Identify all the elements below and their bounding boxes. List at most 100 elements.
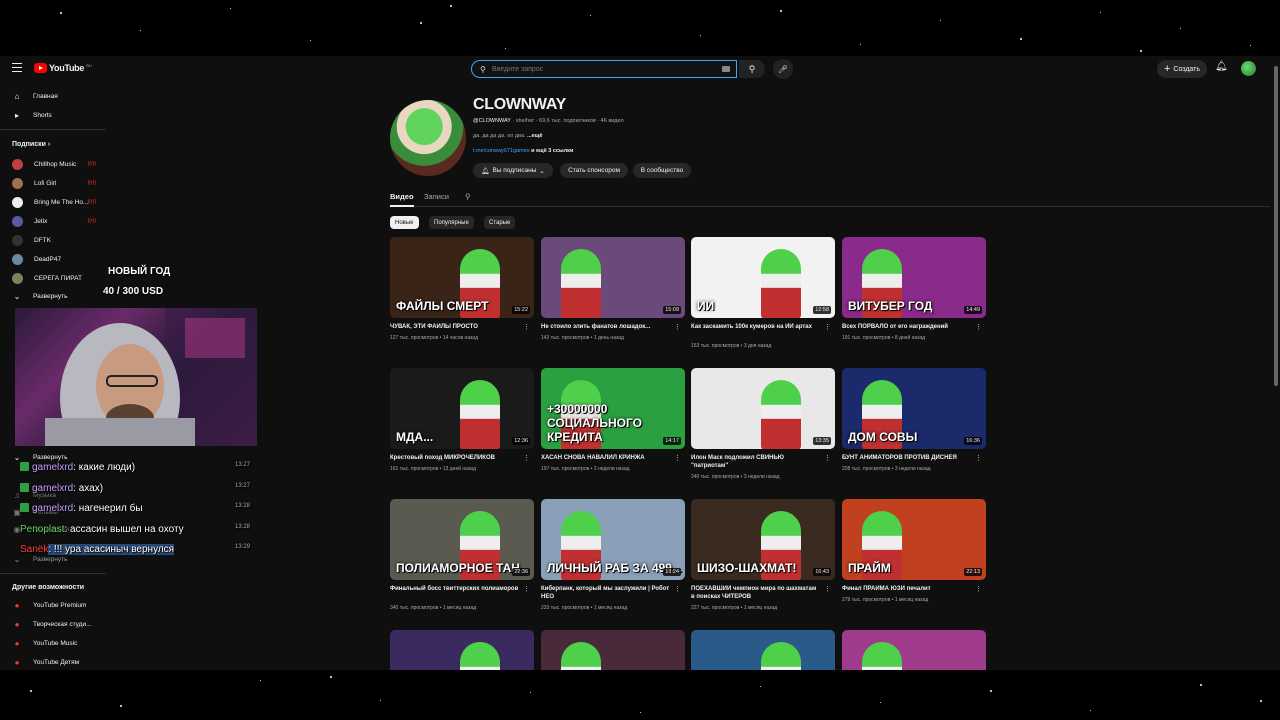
video-title[interactable]: Финальный босс твиттерских полиаморов bbox=[390, 585, 520, 593]
sidebar-item-label: Chillhop Music bbox=[34, 160, 77, 168]
search-icon[interactable]: ⚲ bbox=[465, 192, 471, 201]
video-thumbnail[interactable]: ЛИЧНЫЙ РАБ ЗА 499... 13:24 bbox=[541, 499, 685, 580]
video-thumbnail[interactable]: МДА... 12:36 bbox=[390, 368, 534, 449]
video-title[interactable]: Илон Маск подложил СВИНЬЮ "патриотам" bbox=[691, 454, 821, 470]
video-title[interactable]: Не стоило злить фанатов лошадок... bbox=[541, 323, 671, 331]
channel-link[interactable]: t.me/conway671games bbox=[473, 148, 530, 154]
star bbox=[940, 20, 941, 21]
subscriptions-title[interactable]: Подписки › bbox=[12, 141, 50, 148]
video-meta: 143 тыс. просмотров • 1 день назад bbox=[541, 335, 624, 341]
video-title[interactable]: Как заскамить 100к кумеров на ИИ артах bbox=[691, 323, 821, 331]
video-thumbnail[interactable]: ПОЛИАМОРНОЕ ТАН 22:36 bbox=[390, 499, 534, 580]
video-thumbnail[interactable]: 15:09 bbox=[541, 237, 685, 318]
video-thumbnail[interactable]: ФАЙЛЫ СМЕРТ 15:22 bbox=[390, 237, 534, 318]
video-title[interactable]: Всех ПОРВАЛО от его награждений bbox=[842, 323, 972, 331]
star bbox=[310, 40, 311, 41]
community-button[interactable]: В сообщество bbox=[633, 163, 691, 178]
sidebar-item-subscription[interactable]: Bring Me The Ho... ((•)) bbox=[0, 193, 106, 211]
sidebar-item-subscription[interactable]: Chillhop Music ((•)) bbox=[0, 155, 106, 173]
avatar[interactable] bbox=[1241, 61, 1256, 76]
live-icon: ((•)) bbox=[87, 161, 96, 167]
more-options-icon[interactable]: ⋮ bbox=[824, 585, 831, 593]
video-title[interactable]: Крестовый поход МИКРОЧЕЛИКОВ bbox=[390, 454, 520, 462]
sidebar-item-more[interactable]: ● YouTube Music bbox=[0, 634, 106, 652]
video-duration: 12:36 bbox=[512, 437, 530, 445]
menu-icon[interactable] bbox=[12, 63, 22, 72]
sidebar-item-more[interactable]: ● Творческая студи... bbox=[0, 615, 106, 633]
youtube-logo[interactable]: YouTube RU bbox=[34, 63, 92, 73]
video-thumbnail[interactable]: ДОМ СОВЫ 16:36 bbox=[842, 368, 986, 449]
chat-time: 13:27 bbox=[235, 462, 251, 468]
search-button[interactable]: ⚲ bbox=[739, 60, 765, 78]
video-title[interactable]: БУНТ АНИМАТОРОВ ПРОТИВ ДИСНЕЯ bbox=[842, 454, 972, 462]
more-options-icon[interactable]: ⋮ bbox=[824, 323, 831, 331]
chat-text: : ахах) bbox=[73, 482, 104, 494]
more-options-icon[interactable]: ⋮ bbox=[523, 585, 530, 593]
more-options-icon[interactable]: ⋮ bbox=[674, 454, 681, 462]
chip-popular[interactable]: Популярные bbox=[429, 216, 474, 229]
tab-posts[interactable]: Записи bbox=[424, 192, 449, 201]
sidebar-item-more[interactable]: ● YouTube Детям bbox=[0, 653, 106, 670]
tab-videos[interactable]: Видео bbox=[390, 192, 414, 207]
chat-message: Penoplast: ассасин вышел на охоту 13:28 bbox=[20, 524, 260, 535]
video-title[interactable]: Финал ПРАЙМА ЮЗИ печалит bbox=[842, 585, 972, 593]
voice-search-button[interactable]: 🎤︎ bbox=[773, 59, 793, 79]
channel-avatar[interactable] bbox=[390, 100, 466, 176]
notifications-icon[interactable]: 🔔︎ bbox=[1215, 61, 1228, 72]
chip-newest[interactable]: Новые bbox=[390, 216, 419, 229]
more-options-icon[interactable]: ⋮ bbox=[674, 585, 681, 593]
video-title[interactable]: ЧУВАК, ЭТИ ФАЙЛЫ ПРОСТО bbox=[390, 323, 520, 331]
video-thumbnail[interactable]: ВИТУБЕР ГОД 14:49 bbox=[842, 237, 986, 318]
video-thumbnail[interactable]: ШИЗО-ШАХМАТ! 16:43 bbox=[691, 499, 835, 580]
video-thumbnail[interactable]: ПРАЙМ 22:13 bbox=[842, 499, 986, 580]
star bbox=[505, 48, 506, 49]
video-thumbnail[interactable] bbox=[691, 630, 835, 670]
more-options-icon[interactable]: ⋮ bbox=[674, 323, 681, 331]
more-options-icon[interactable]: ⋮ bbox=[824, 454, 831, 462]
live-icon: ((•)) bbox=[87, 199, 96, 205]
video-thumbnail[interactable]: 13:35 bbox=[691, 368, 835, 449]
channel-handle: @CLOWNWAY bbox=[473, 118, 511, 124]
sidebar-item-home[interactable]: ⌂ Главная bbox=[0, 87, 106, 105]
thumbnail-caption: МДА... bbox=[396, 430, 434, 444]
keyboard-icon[interactable] bbox=[722, 66, 730, 72]
channel-description[interactable]: да. да да да. оо два. ...ещё bbox=[473, 133, 542, 139]
sidebar-item-subscription[interactable]: DFTK bbox=[0, 231, 106, 249]
sidebar-item-subscription[interactable]: Jetix ((•)) bbox=[0, 212, 106, 230]
more-options-icon[interactable]: ⋮ bbox=[975, 323, 982, 331]
video-thumbnail[interactable]: ДУРКА bbox=[842, 630, 986, 670]
subscribed-button[interactable]: 🔔︎ Вы подписаны ⌄ bbox=[473, 163, 553, 178]
thumbnail-caption: ПОЛИАМОРНОЕ ТАН bbox=[396, 561, 520, 575]
scrollbar[interactable] bbox=[1274, 66, 1278, 386]
expand-button[interactable]: ⌄ Развернуть bbox=[0, 287, 106, 305]
video-thumbnail[interactable]: +30000000 СОЦИАЛЬНОГО КРЕДИТА 14:17 bbox=[541, 368, 685, 449]
sidebar-item-subscription[interactable]: DeadP47 bbox=[0, 250, 106, 268]
sidebar-item-subscription[interactable]: Lofi Girl ((•)) bbox=[0, 174, 106, 192]
more-options-icon[interactable]: ⋮ bbox=[523, 454, 530, 462]
video-thumbnail[interactable]: ИИ 12:58 bbox=[691, 237, 835, 318]
sidebar-item-shorts[interactable]: ▸ Shorts bbox=[0, 106, 106, 124]
create-button[interactable]: + Создать bbox=[1157, 60, 1207, 78]
sponsor-button[interactable]: Стать спонсором bbox=[560, 163, 628, 178]
more-options-icon[interactable]: ⋮ bbox=[975, 454, 982, 462]
more-options-icon[interactable]: ⋮ bbox=[523, 323, 530, 331]
video-thumbnail[interactable]: ТВИЧЕВСКИЙ bbox=[390, 630, 534, 670]
chip-oldest[interactable]: Старые bbox=[484, 216, 516, 229]
view-count: 340 тыс. просмотров bbox=[390, 605, 439, 611]
video-title[interactable]: Киберпанк, который мы заслужили | Робот … bbox=[541, 585, 671, 601]
view-count: 143 тыс. просмотров bbox=[541, 335, 590, 341]
sidebar-item-label: Творческая студи... bbox=[33, 620, 92, 628]
chat-username: gamelxrd bbox=[32, 482, 74, 494]
chevron-down-icon: ⌄ bbox=[13, 452, 21, 462]
sidebar-item-more[interactable]: ● YouTube Premium bbox=[0, 596, 106, 614]
more-links[interactable]: и ещё 3 ссылки bbox=[531, 148, 573, 154]
sidebar-item-subscription[interactable]: СЕРЕГА ПИРАТ bbox=[0, 269, 106, 287]
more-options-icon[interactable]: ⋮ bbox=[975, 585, 982, 593]
video-title[interactable]: ПОЕХАВШИЙ чемпион мира по шахматам в пои… bbox=[691, 585, 821, 601]
video-title[interactable]: ХАСАН СНОВА НАВАЛИЛ КРИНЖА bbox=[541, 454, 671, 462]
search-input[interactable] bbox=[492, 63, 702, 75]
video-thumbnail[interactable]: ИНЦЕЛЫ ПРОТИВ bbox=[541, 630, 685, 670]
chat-time: 13:29 bbox=[235, 544, 251, 550]
description-more[interactable]: ...ещё bbox=[527, 133, 542, 139]
logo-text: YouTube bbox=[49, 63, 85, 73]
